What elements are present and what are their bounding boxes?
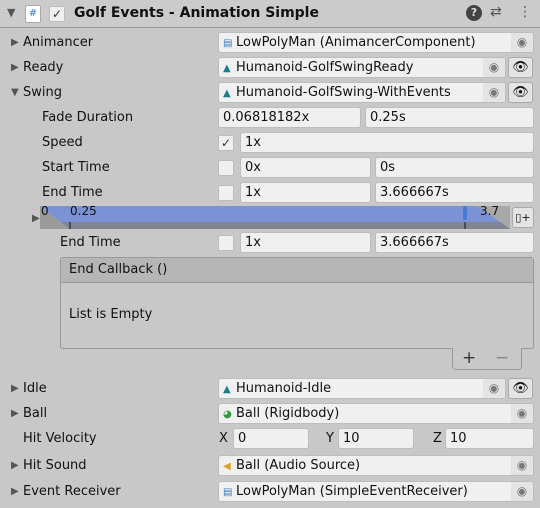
list-footer: + − bbox=[452, 348, 522, 370]
expand-arrow-icon[interactable]: ▶ bbox=[11, 456, 19, 476]
add-item-button[interactable]: + bbox=[462, 348, 476, 368]
object-picker-icon[interactable]: ◉ bbox=[483, 83, 505, 102]
end-event-normalized-input[interactable]: 1x bbox=[240, 232, 371, 253]
start-time-normalized-input[interactable]: 0x bbox=[240, 157, 371, 178]
object-picker-icon[interactable]: ◉ bbox=[483, 379, 505, 398]
hit-velocity-label: Hit Velocity bbox=[23, 431, 97, 446]
more-menu-icon[interactable]: ⋮ bbox=[518, 4, 532, 20]
event-receiver-label: Event Receiver bbox=[23, 484, 121, 499]
fade-duration-normalized-input[interactable]: 0.06818182x bbox=[218, 107, 361, 128]
hit-velocity-x-input[interactable]: 0 bbox=[233, 428, 309, 449]
event-receiver-value: LowPolyMan (SimpleEventReceiver) bbox=[236, 484, 468, 499]
y-label: Y bbox=[326, 431, 334, 446]
hit-sound-field[interactable]: ◀ Ball (Audio Source) ◉ bbox=[218, 455, 534, 476]
expand-arrow-icon[interactable]: ▶ bbox=[11, 58, 19, 78]
expand-arrow-icon[interactable]: ▶ bbox=[11, 404, 19, 424]
end-time-checkbox[interactable] bbox=[218, 185, 234, 201]
idle-value: Humanoid-Idle bbox=[236, 381, 332, 396]
preview-eye-icon[interactable]: 👁 bbox=[508, 82, 533, 103]
preview-eye-icon[interactable]: 👁 bbox=[508, 378, 533, 399]
rigidbody-icon: ◕ bbox=[223, 409, 232, 420]
script-icon: ▤ bbox=[223, 38, 233, 49]
script-icon: # bbox=[25, 5, 41, 23]
object-picker-icon[interactable]: ◉ bbox=[511, 33, 533, 52]
add-event-button[interactable]: ▯+ bbox=[512, 207, 534, 228]
z-label: Z bbox=[433, 431, 442, 446]
animancer-label: Animancer bbox=[23, 35, 94, 50]
hit-velocity-z-input[interactable]: 10 bbox=[445, 428, 534, 449]
animancer-value: LowPolyMan (AnimancerComponent) bbox=[236, 35, 476, 50]
end-time-label: End Time bbox=[42, 185, 103, 200]
ready-value: Humanoid-GolfSwingReady bbox=[236, 60, 414, 75]
timeline[interactable]: 0 0.25 3.7 bbox=[40, 204, 510, 229]
swing-label: Swing bbox=[23, 85, 62, 100]
start-time-label: Start Time bbox=[42, 160, 110, 175]
event-receiver-field[interactable]: ▤ LowPolyMan (SimpleEventReceiver) ◉ bbox=[218, 481, 534, 502]
animation-clip-icon: ▲ bbox=[223, 63, 231, 74]
collapse-arrow-icon[interactable]: ▼ bbox=[11, 83, 19, 103]
remove-item-button[interactable]: − bbox=[495, 348, 509, 368]
swing-value: Humanoid-GolfSwing-WithEvents bbox=[236, 85, 451, 100]
idle-label: Idle bbox=[23, 381, 47, 396]
ball-field[interactable]: ◕ Ball (Rigidbody) ◉ bbox=[218, 403, 534, 424]
list-empty-text: List is Empty bbox=[69, 307, 153, 322]
hit-velocity-y-input[interactable]: 10 bbox=[338, 428, 414, 449]
end-callback-event: End Callback () List is Empty bbox=[60, 257, 534, 349]
ready-field[interactable]: ▲ Humanoid-GolfSwingReady ◉ bbox=[218, 57, 506, 78]
speed-checkbox[interactable]: ✓ bbox=[218, 135, 234, 151]
object-picker-icon[interactable]: ◉ bbox=[511, 482, 533, 501]
end-event-checkbox[interactable] bbox=[218, 235, 234, 251]
fade-duration-label: Fade Duration bbox=[42, 110, 134, 125]
foldout-arrow-icon[interactable]: ▼ bbox=[7, 6, 15, 19]
animation-clip-icon: ▲ bbox=[223, 384, 231, 395]
hit-sound-label: Hit Sound bbox=[23, 458, 87, 473]
script-icon: ▤ bbox=[223, 487, 233, 498]
idle-field[interactable]: ▲ Humanoid-Idle ◉ bbox=[218, 378, 506, 399]
help-icon[interactable]: ? bbox=[466, 5, 482, 21]
enabled-checkbox[interactable]: ✓ bbox=[49, 6, 65, 22]
play-marker-icon: ▶ bbox=[32, 213, 40, 224]
object-picker-icon[interactable]: ◉ bbox=[511, 404, 533, 423]
end-event-handle[interactable] bbox=[463, 206, 467, 220]
timeline-start-label: 0 bbox=[41, 204, 49, 218]
presets-icon[interactable]: ⇄ bbox=[490, 4, 502, 20]
ready-label: Ready bbox=[23, 60, 64, 75]
component-title: Golf Events - Animation Simple bbox=[74, 5, 319, 21]
speed-label: Speed bbox=[42, 135, 83, 150]
preview-eye-icon[interactable]: 👁 bbox=[508, 57, 533, 78]
fade-ramps bbox=[40, 206, 510, 229]
timeline-fade-label: 0.25 bbox=[70, 204, 97, 218]
ball-value: Ball (Rigidbody) bbox=[236, 406, 340, 421]
component-header: ▼ # ✓ Golf Events - Animation Simple ? ⇄… bbox=[0, 0, 540, 28]
expand-arrow-icon[interactable]: ▶ bbox=[11, 379, 19, 399]
end-event-seconds-input[interactable]: 3.666667s bbox=[375, 232, 534, 253]
end-time-normalized-input[interactable]: 1x bbox=[240, 182, 371, 203]
animation-clip-icon: ▲ bbox=[223, 88, 231, 99]
object-picker-icon[interactable]: ◉ bbox=[483, 58, 505, 77]
end-time-seconds-input[interactable]: 3.666667s bbox=[375, 182, 534, 203]
x-label: X bbox=[219, 431, 228, 446]
expand-arrow-icon[interactable]: ▶ bbox=[11, 33, 19, 53]
expand-arrow-icon[interactable]: ▶ bbox=[11, 482, 19, 502]
timeline-end-label: 3.7 bbox=[480, 204, 500, 218]
object-picker-icon[interactable]: ◉ bbox=[511, 456, 533, 475]
speed-input[interactable]: 1x bbox=[240, 132, 534, 153]
end-event-time-label: End Time bbox=[60, 235, 121, 250]
start-time-seconds-input[interactable]: 0s bbox=[375, 157, 534, 178]
audio-source-icon: ◀ bbox=[223, 461, 231, 472]
fade-duration-seconds-input[interactable]: 0.25s bbox=[365, 107, 534, 128]
animancer-field[interactable]: ▤ LowPolyMan (AnimancerComponent) ◉ bbox=[218, 32, 534, 53]
ball-label: Ball bbox=[23, 406, 48, 421]
callback-title: End Callback () bbox=[61, 258, 533, 283]
start-time-checkbox[interactable] bbox=[218, 160, 234, 176]
hit-sound-value: Ball (Audio Source) bbox=[236, 458, 361, 473]
swing-field[interactable]: ▲ Humanoid-GolfSwing-WithEvents ◉ bbox=[218, 82, 506, 103]
